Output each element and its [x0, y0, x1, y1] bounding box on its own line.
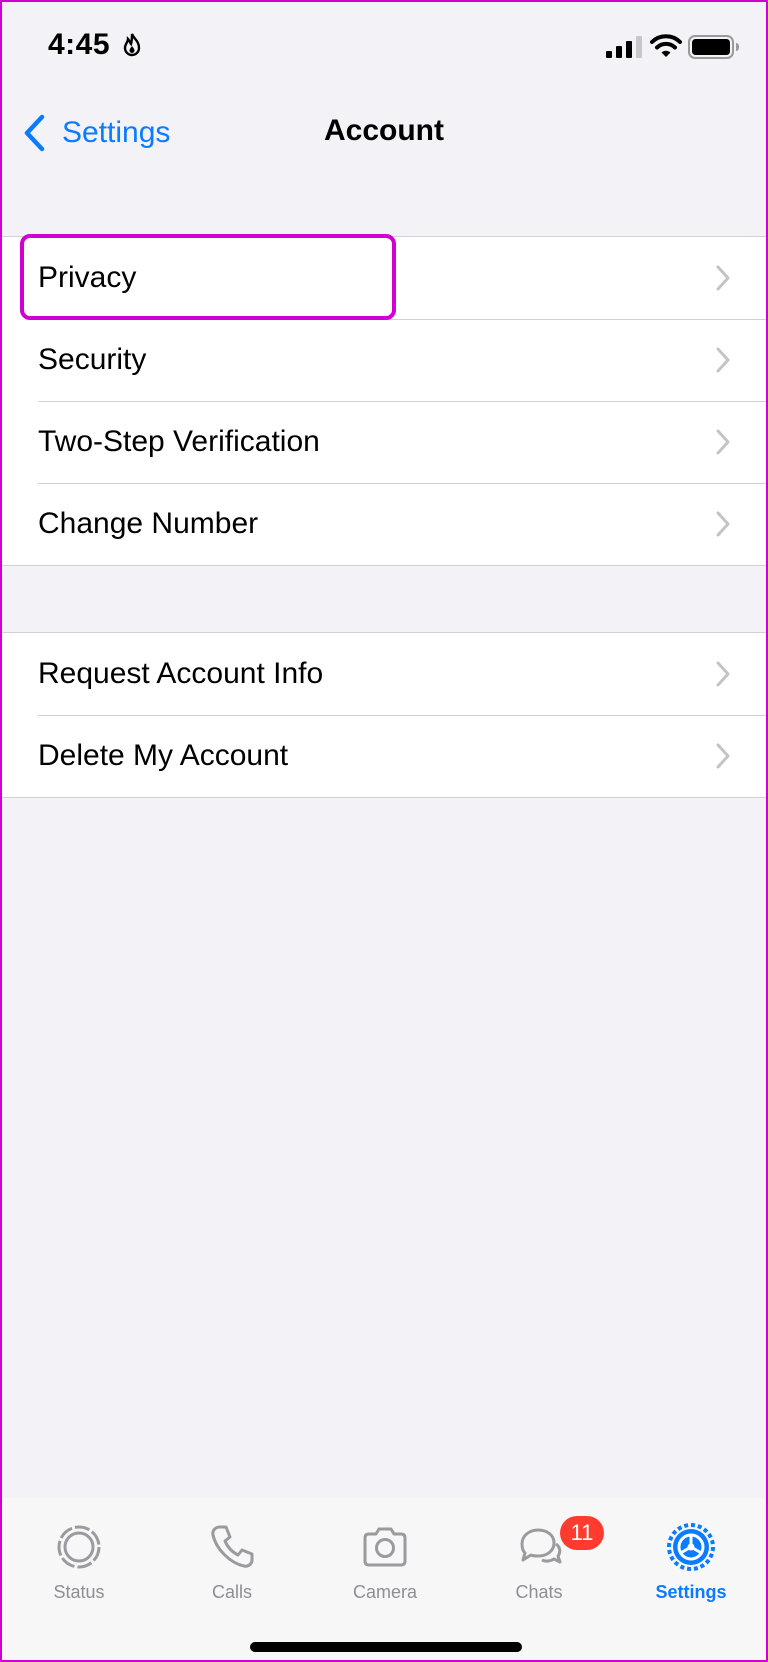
tab-bar: Status Calls Camera 11 Chats Settings	[2, 1498, 766, 1660]
camera-icon	[363, 1527, 407, 1567]
status-bar: 4:45	[2, 2, 766, 92]
phone-icon	[211, 1525, 254, 1568]
gear-icon	[667, 1523, 715, 1571]
menu-item-two-step-verification[interactable]: Two-Step Verification	[2, 401, 766, 483]
page-title: Account	[324, 114, 444, 147]
chevron-right-icon	[716, 743, 730, 769]
status-time: 4:45	[48, 28, 111, 61]
tab-calls[interactable]: Calls	[167, 1522, 297, 1603]
menu-item-label: Request Account Info	[38, 657, 324, 690]
unread-chats-badge: 11	[560, 1516, 604, 1550]
status-icon	[57, 1525, 101, 1569]
menu-item-label: Security	[38, 343, 147, 376]
screen-frame: 4:45 Settings Account Privacy Security T…	[0, 0, 768, 1662]
menu-item-label: Privacy	[38, 261, 137, 294]
chevron-right-icon	[716, 429, 730, 455]
account-settings-group: Privacy Security Two-Step Verification C…	[2, 236, 766, 566]
menu-item-label: Change Number	[38, 507, 259, 540]
menu-item-label: Two-Step Verification	[38, 425, 320, 458]
menu-item-request-account-info[interactable]: Request Account Info	[2, 633, 766, 715]
tab-status[interactable]: Status	[14, 1522, 144, 1603]
wifi-icon	[650, 34, 682, 57]
chevron-right-icon	[716, 265, 730, 291]
tab-label: Calls	[211, 1582, 252, 1602]
menu-item-label: Delete My Account	[38, 739, 289, 772]
chevron-right-icon	[716, 347, 730, 373]
chevron-right-icon	[716, 661, 730, 687]
tab-settings[interactable]: Settings	[626, 1522, 756, 1603]
chevron-right-icon	[716, 511, 730, 537]
tab-camera[interactable]: Camera	[320, 1522, 450, 1603]
tab-label: Camera	[352, 1582, 418, 1602]
menu-item-security[interactable]: Security	[2, 319, 766, 401]
cellular-signal-icon	[606, 36, 642, 58]
chat-bubbles-icon	[520, 1528, 562, 1564]
menu-item-delete-my-account[interactable]: Delete My Account	[2, 715, 766, 797]
tab-chats[interactable]: 11 Chats	[474, 1516, 604, 1603]
menu-item-change-number[interactable]: Change Number	[2, 483, 766, 565]
account-management-group: Request Account Info Delete My Account	[2, 632, 766, 798]
tab-label: Settings	[655, 1582, 727, 1602]
tab-label: Status	[53, 1582, 105, 1602]
menu-item-privacy[interactable]: Privacy	[2, 237, 766, 319]
home-indicator[interactable]	[250, 1642, 522, 1652]
battery-icon	[688, 35, 739, 59]
tab-label: Chats	[515, 1582, 563, 1602]
flame-icon	[123, 33, 141, 57]
